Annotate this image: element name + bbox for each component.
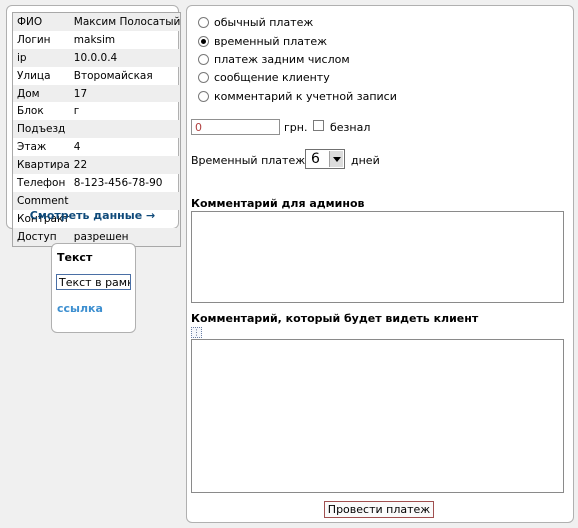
days-label: дней bbox=[351, 154, 380, 167]
user-info-row: Comment bbox=[12, 191, 181, 210]
payment-type-option[interactable]: сообщение клиенту bbox=[198, 69, 330, 85]
user-info-row: Подъезд bbox=[12, 120, 181, 139]
user-info-label: Логин bbox=[17, 33, 51, 46]
user-info-row: Телефон 8-123-456-78-90 bbox=[13, 174, 181, 192]
user-info-value: 4 bbox=[73, 141, 81, 154]
currency-label: грн. bbox=[284, 121, 308, 134]
text-widget-link[interactable]: ссылка bbox=[57, 302, 103, 315]
admin-comment-textarea[interactable] bbox=[191, 211, 564, 303]
days-select[interactable]: 6 bbox=[305, 149, 345, 169]
user-info-label: Квартира bbox=[12, 156, 70, 175]
admin-comment-label: Комментарий для админов bbox=[191, 197, 365, 210]
client-comment-label: Комментарий, который будет видеть клиент bbox=[191, 312, 479, 325]
user-info-value: Второмайская bbox=[73, 69, 153, 82]
payment-type-option[interactable]: комментарий к учетной записи bbox=[198, 88, 397, 104]
cashless-label: безнал bbox=[330, 121, 371, 134]
client-comment-textarea[interactable] bbox=[191, 339, 564, 493]
chevron-down-icon[interactable] bbox=[329, 151, 343, 167]
radio-button[interactable] bbox=[198, 71, 209, 83]
user-info-label: Дом bbox=[12, 84, 70, 103]
user-info-value: 8-123-456-78-90 bbox=[73, 176, 163, 189]
payment-type-label: платеж задним числом bbox=[214, 52, 350, 66]
user-info-row: Этаж 4 bbox=[13, 138, 181, 156]
user-info-label: Comment bbox=[12, 191, 70, 210]
user-info-value: 10.0.0.4 bbox=[69, 48, 181, 67]
radio-button[interactable] bbox=[198, 90, 209, 102]
cashless-checkbox[interactable] bbox=[313, 120, 324, 131]
user-info-row: Квартира 22 bbox=[12, 156, 181, 175]
user-info-label: Улица bbox=[17, 69, 51, 82]
user-info-row: Улица Второмайская bbox=[13, 67, 181, 85]
text-widget-title: Текст bbox=[57, 251, 93, 264]
user-info-row: Дом 17 bbox=[12, 84, 181, 103]
temporary-payment-label: Временный платеж на bbox=[191, 154, 323, 167]
user-info-row: Логин maksim bbox=[13, 31, 181, 49]
framed-text: Текст в рамке bbox=[56, 274, 131, 290]
view-data-link[interactable]: Смотреть данные → bbox=[7, 209, 178, 222]
payment-type-option[interactable]: временный платеж bbox=[198, 33, 327, 49]
user-info-label: ip bbox=[12, 48, 70, 67]
payment-type-label: комментарий к учетной записи bbox=[214, 89, 397, 103]
user-info-label: Этаж bbox=[17, 141, 47, 154]
resize-handle-icon[interactable]: ⋮ bbox=[191, 327, 202, 338]
user-info-label: Подъезд bbox=[12, 120, 70, 139]
user-info-value: 17 bbox=[69, 84, 181, 103]
amount-input[interactable] bbox=[191, 119, 280, 135]
user-info-label: Блок bbox=[17, 105, 44, 118]
days-select-value: 6 bbox=[311, 151, 320, 167]
user-info-label: ФИО bbox=[12, 12, 70, 31]
payment-type-option[interactable]: платеж задним числом bbox=[198, 51, 350, 67]
user-info-value bbox=[69, 191, 181, 210]
payment-type-option[interactable]: обычный платеж bbox=[198, 14, 313, 30]
submit-payment-button[interactable]: Провести платеж bbox=[324, 501, 434, 518]
payment-panel: обычный платеж временный платеж платеж зад… bbox=[186, 5, 574, 523]
payment-type-label: временный платеж bbox=[214, 34, 328, 48]
radio-button[interactable] bbox=[198, 35, 209, 47]
user-info-label: Телефон bbox=[17, 176, 66, 189]
radio-button[interactable] bbox=[198, 53, 209, 65]
user-info-row: ФИО Максим Полосатый bbox=[12, 12, 181, 31]
user-info-value: г bbox=[73, 105, 80, 118]
user-info-value: Максим Полосатый bbox=[69, 12, 181, 31]
user-info-panel: ФИО Максим Полосатый Логин maksim ip 10.0.0.4… bbox=[6, 5, 182, 247]
payment-type-label: сообщение клиенту bbox=[214, 70, 330, 84]
user-info-value: maksim bbox=[73, 33, 116, 46]
user-info-row: Блок г bbox=[13, 102, 181, 120]
radio-button[interactable] bbox=[198, 16, 209, 28]
payment-type-label: обычный платеж bbox=[214, 15, 314, 29]
user-info-value bbox=[69, 120, 181, 139]
text-widget-panel: Текст Текст в рамке ссылка bbox=[51, 243, 136, 333]
user-info-value: 22 bbox=[69, 156, 181, 175]
user-info-row: ip 10.0.0.4 bbox=[12, 48, 181, 67]
